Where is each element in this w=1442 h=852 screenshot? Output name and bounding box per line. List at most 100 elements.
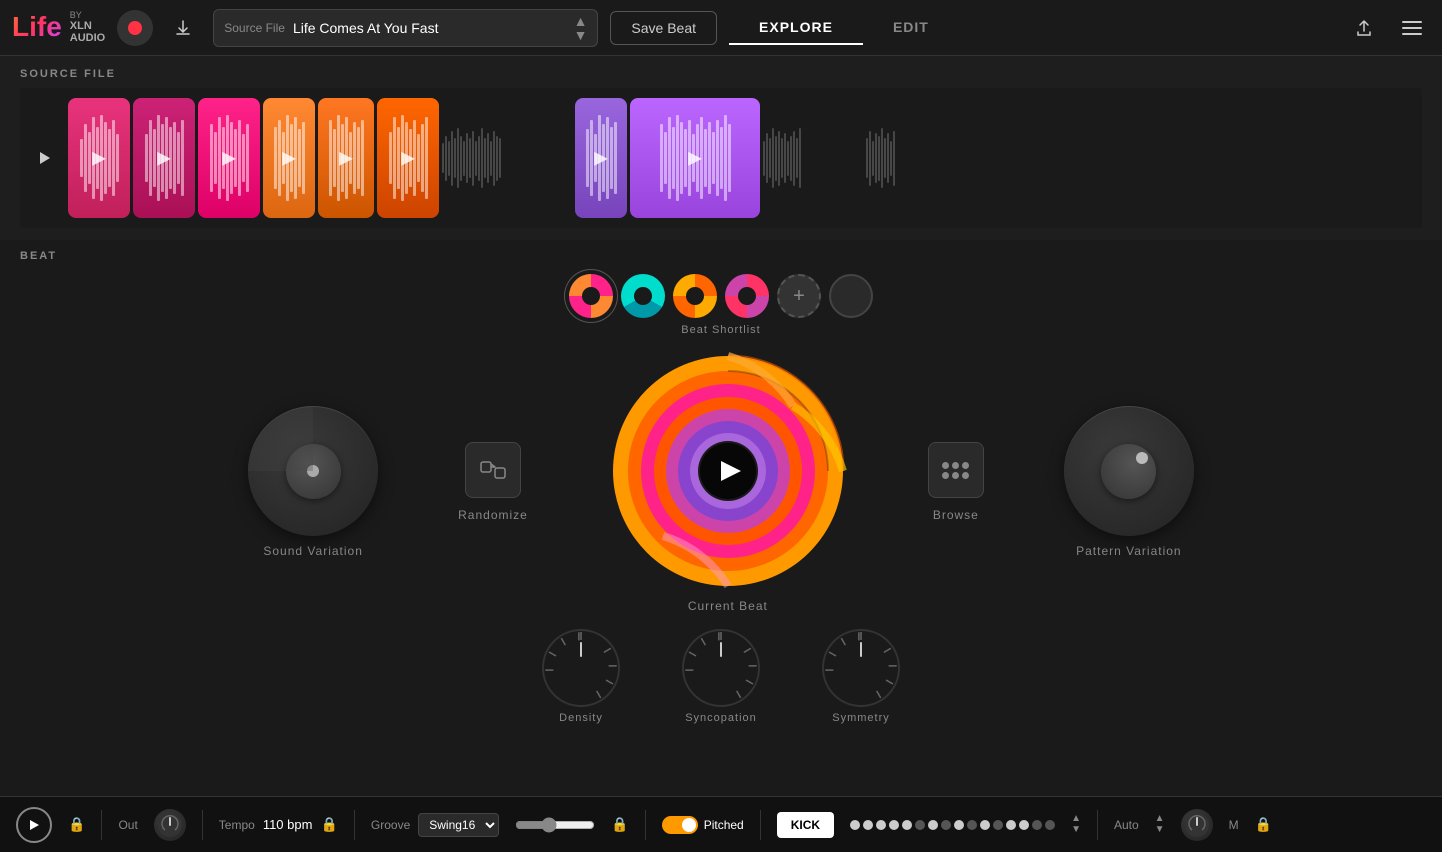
step-arrows[interactable]: ▲ ▼ xyxy=(1071,814,1081,835)
syncopation-label: Syncopation xyxy=(685,712,757,724)
tempo-value: 110 bpm xyxy=(263,817,313,832)
beat-controls: Sound Variation Randomize xyxy=(20,351,1422,613)
source-file-selector[interactable]: Source File Life Comes At You Fast ▲▼ xyxy=(213,9,598,47)
source-label: Source File xyxy=(224,21,285,35)
nav-tabs: EXPLORE EDIT xyxy=(729,11,959,45)
beat-circle[interactable] xyxy=(608,351,848,591)
step-dot[interactable] xyxy=(941,820,951,830)
right-lock-icon[interactable]: 🔒 xyxy=(1255,816,1272,833)
tab-edit[interactable]: EDIT xyxy=(863,11,959,45)
step-dot[interactable] xyxy=(1006,820,1016,830)
step-dot[interactable] xyxy=(928,820,938,830)
play-pause-button[interactable] xyxy=(16,807,52,843)
waveform-segment[interactable]: ▶ xyxy=(198,98,260,218)
groove-lock-icon[interactable]: 🔒 xyxy=(611,816,628,833)
step-dot[interactable] xyxy=(1019,820,1029,830)
auto-label: Auto xyxy=(1114,818,1139,832)
step-dot[interactable] xyxy=(967,820,977,830)
symmetry-knob[interactable] xyxy=(821,628,901,708)
step-dot[interactable] xyxy=(915,820,925,830)
segment-play-icon: ▶ xyxy=(688,148,702,169)
download-button[interactable] xyxy=(165,10,201,46)
divider xyxy=(1097,810,1098,840)
shortlist-item-2[interactable] xyxy=(621,274,665,318)
play-pause-icon xyxy=(28,819,40,831)
save-beat-button[interactable]: Save Beat xyxy=(610,11,717,45)
waveform-segment[interactable]: ▶ xyxy=(263,98,315,218)
density-knob[interactable] xyxy=(541,628,621,708)
share-button[interactable] xyxy=(1346,10,1382,46)
symmetry-container: Symmetry xyxy=(821,628,901,724)
step-dot[interactable] xyxy=(993,820,1003,830)
waveform-play-button[interactable] xyxy=(30,144,58,172)
divider xyxy=(354,810,355,840)
kick-button[interactable]: KICK xyxy=(777,812,834,838)
waveform-track: ▶ ▶ ▶ ▶ xyxy=(68,93,1412,223)
waveform-segment[interactable]: ▶ xyxy=(377,98,439,218)
browse-label: Browse xyxy=(933,508,979,522)
groove-select[interactable]: Swing16 Swing8 Straight xyxy=(418,813,499,837)
download-icon xyxy=(173,18,193,38)
waveform-segment[interactable]: ▶ xyxy=(630,98,760,218)
waveform-segment[interactable]: ▶ xyxy=(318,98,374,218)
menu-button[interactable] xyxy=(1394,10,1430,46)
step-dot[interactable] xyxy=(889,820,899,830)
gap-waveform-bars xyxy=(763,110,801,206)
tab-explore[interactable]: EXPLORE xyxy=(729,11,863,45)
out-label: Out xyxy=(118,818,137,832)
step-dot[interactable] xyxy=(863,820,873,830)
randomize-container[interactable]: Randomize xyxy=(458,442,528,522)
pattern-variation-label: Pattern Variation xyxy=(1076,544,1182,558)
randomize-svg-icon xyxy=(479,456,507,484)
bottom-knobs: Density xyxy=(541,628,901,724)
waveform-segment[interactable]: ▶ xyxy=(575,98,627,218)
step-dot[interactable] xyxy=(1032,820,1042,830)
syncopation-knob[interactable] xyxy=(681,628,761,708)
pattern-variation-knob[interactable] xyxy=(1064,406,1194,536)
source-section-label: SOURCE FILE xyxy=(20,68,1422,80)
waveform-segment[interactable]: ▶ xyxy=(68,98,130,218)
tempo-lock-icon[interactable]: 🔒 xyxy=(320,816,337,833)
out-knob[interactable] xyxy=(154,809,186,841)
sound-variation-knob[interactable] xyxy=(248,406,378,536)
step-dot[interactable] xyxy=(850,820,860,830)
source-arrows-icon[interactable]: ▲▼ xyxy=(574,14,588,42)
step-dot[interactable] xyxy=(1045,820,1055,830)
step-dot[interactable] xyxy=(902,820,912,830)
play-icon xyxy=(36,150,52,166)
pitched-toggle-switch[interactable] xyxy=(662,816,698,834)
logo-by-text: BY xyxy=(70,11,105,21)
segment-play-icon: ▶ xyxy=(339,148,353,169)
step-dot[interactable] xyxy=(876,820,886,830)
waveform-gap xyxy=(763,98,863,218)
record-button[interactable] xyxy=(117,10,153,46)
sound-variation-label: Sound Variation xyxy=(263,544,363,558)
step-dot[interactable] xyxy=(954,820,964,830)
browse-container[interactable]: Browse xyxy=(928,442,984,522)
right-knob[interactable] xyxy=(1181,809,1213,841)
symmetry-label: Symmetry xyxy=(832,712,890,724)
logo-life-text: Life xyxy=(12,11,62,43)
shortlist-icons: + xyxy=(569,274,873,318)
menu-line-icon xyxy=(1402,27,1422,29)
shortlist-item-1[interactable] xyxy=(569,274,613,318)
shortlist-label: Beat Shortlist xyxy=(681,324,760,336)
shortlist-item-4[interactable] xyxy=(725,274,769,318)
segment-play-icon: ▶ xyxy=(594,148,608,169)
syncopation-knob-svg xyxy=(681,628,761,708)
current-beat-label: Current Beat xyxy=(688,599,768,613)
right-knob-svg xyxy=(1184,812,1210,838)
menu-line-icon xyxy=(1402,21,1422,23)
waveform-segment[interactable]: ▶ xyxy=(133,98,195,218)
lock-icon[interactable]: 🔒 xyxy=(68,816,85,833)
groove-slider[interactable] xyxy=(515,817,595,833)
beat-circle-svg xyxy=(608,351,848,591)
shortlist-add-button[interactable]: + xyxy=(777,274,821,318)
auto-arrows[interactable]: ▲ ▼ xyxy=(1155,814,1165,835)
density-knob-svg xyxy=(541,628,621,708)
out-knob-svg xyxy=(157,812,183,838)
bottom-bar: 🔒 Out Tempo 110 bpm 🔒 Groove Swing16 Swi… xyxy=(0,796,1442,852)
arrow-up-icon: ▲ xyxy=(1071,814,1081,824)
shortlist-item-3[interactable] xyxy=(673,274,717,318)
step-dot[interactable] xyxy=(980,820,990,830)
